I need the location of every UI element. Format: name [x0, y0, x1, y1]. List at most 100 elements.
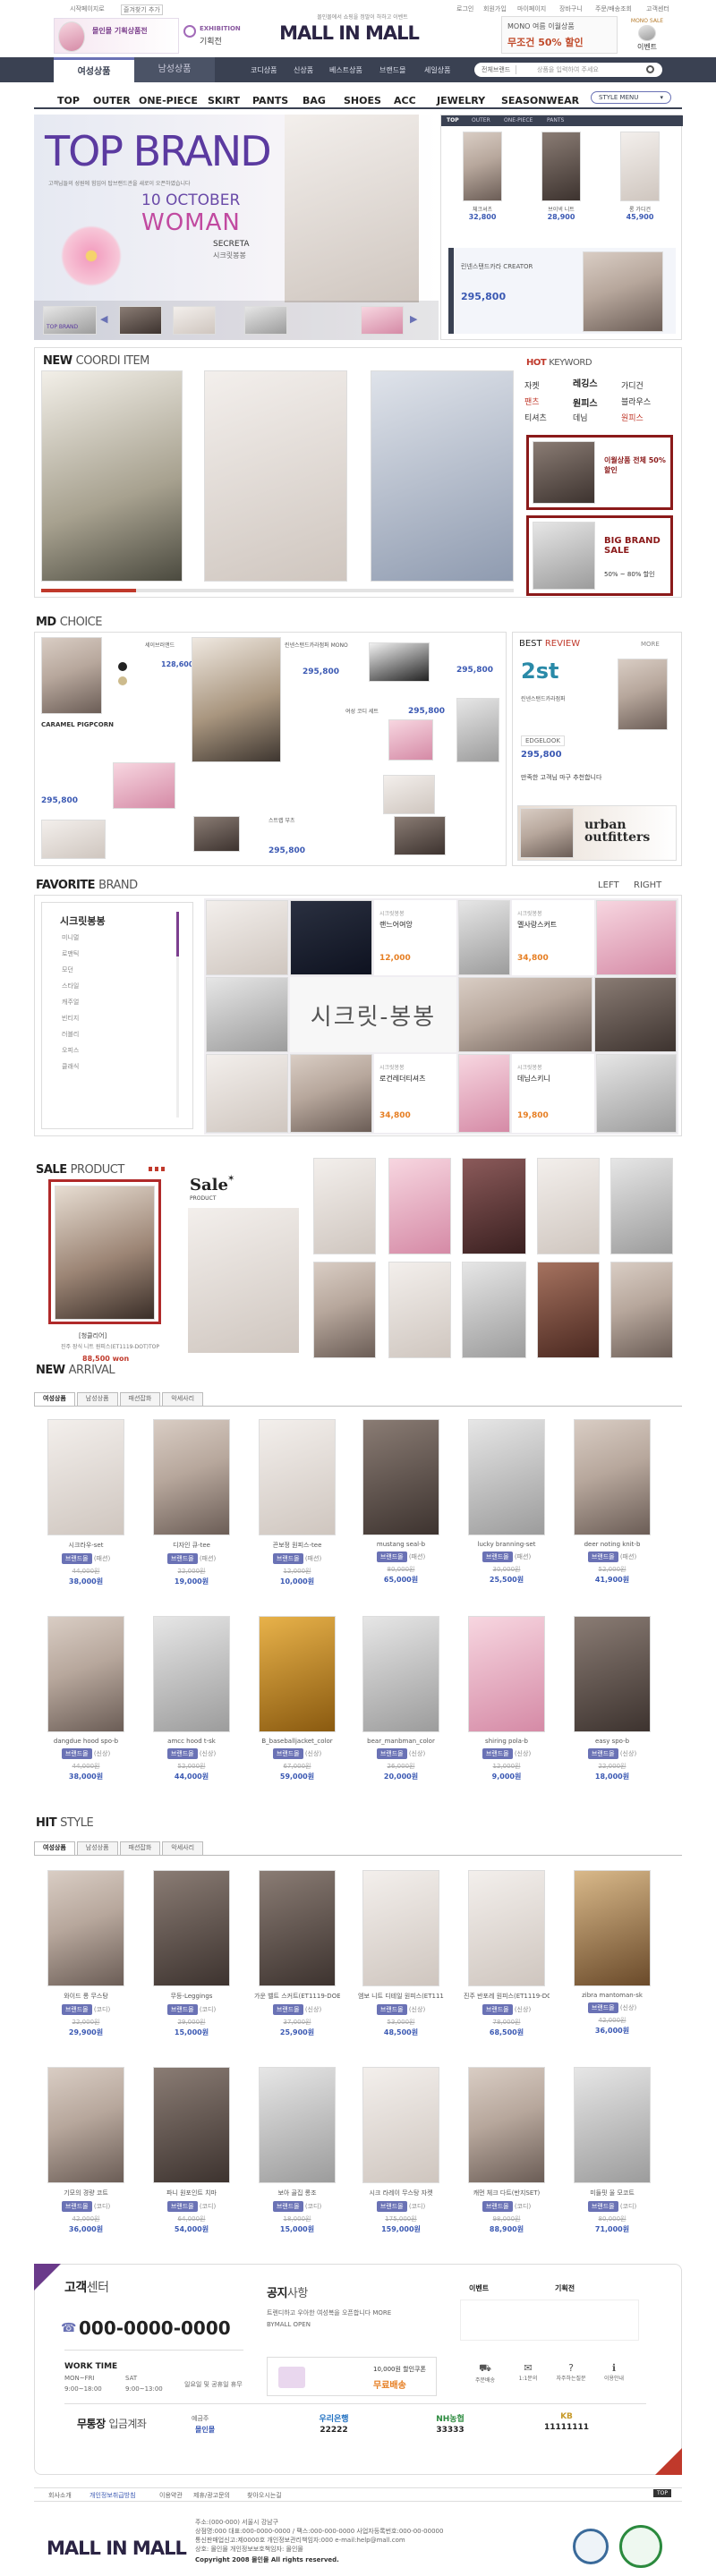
footer-link[interactable]: 찾아오시는길	[247, 2491, 282, 2500]
brand-tile[interactable]	[290, 900, 372, 975]
event-tab[interactable]: 이벤트	[469, 2283, 489, 2293]
order-link[interactable]: 주문/배송조회	[595, 4, 632, 13]
brand-tile[interactable]	[458, 900, 510, 975]
cs-link[interactable]: 고객센터	[646, 4, 669, 13]
search-select[interactable]: 전체브랜드	[482, 65, 517, 74]
product-card[interactable]: 시크라우-set 브랜드몰 (패션) 44,000원 38,000원	[43, 1419, 129, 1586]
product-card[interactable]: amcc hood t-sk 브랜드몰 (신상) 52,000원 44,000원	[149, 1616, 234, 1781]
coordi-image-1[interactable]	[41, 370, 183, 582]
sale-thumb[interactable]	[610, 1158, 673, 1254]
product-card[interactable]: deer noting knit-b 브랜드몰 (패션) 52,000원 41,900…	[569, 1419, 655, 1585]
sale-thumb[interactable]	[313, 1262, 376, 1358]
side-feature[interactable]: 린넨스탠드카라 CREATOR 295,800	[448, 248, 676, 334]
coordi-ad-2[interactable]: BIG BRAND SALE 50% ~ 80% 할인	[526, 515, 673, 596]
cat-shoes[interactable]: SHOES	[344, 95, 381, 106]
gnb-link-new[interactable]: 신상품	[294, 65, 313, 75]
brand-tile[interactable]	[206, 1054, 288, 1133]
arrival-tab[interactable]: 남성상품	[76, 1392, 118, 1406]
brand-tile[interactable]	[596, 1054, 677, 1133]
footer-link[interactable]: 개인정보취급방침	[90, 2491, 136, 2500]
arrival-tab[interactable]: 악세사리	[162, 1392, 204, 1406]
hero-thumb[interactable]	[244, 306, 287, 335]
keyword-item[interactable]: 원피스	[621, 412, 644, 423]
md-item-image[interactable]	[41, 820, 106, 859]
cat-outer[interactable]: OUTER	[93, 95, 131, 106]
event-badge[interactable]: MONO SALE 이벤트	[626, 18, 668, 52]
hero-banner[interactable]: TOP BRAND 고객님들의 성원에 힘입어 탑브랜드관을 새로이 오픈하였습…	[34, 115, 439, 340]
side-tab-top[interactable]: TOP	[447, 117, 459, 123]
hero-thumb[interactable]	[173, 306, 216, 335]
brand-item[interactable]: 모던	[62, 965, 73, 974]
md-item-image[interactable]	[192, 637, 281, 762]
brand-item[interactable]: 캐주얼	[62, 998, 79, 1007]
coordi-image-3[interactable]	[371, 370, 514, 582]
site-logo[interactable]: 몰인몰에서 쇼핑을 정말이 하하고 이벤트 MALL IN MALL	[273, 13, 425, 52]
cat-pants[interactable]: PANTS	[252, 95, 288, 106]
hit-tab[interactable]: 패션잡화	[119, 1841, 161, 1855]
cat-skirt[interactable]: SKIRT	[208, 95, 240, 106]
keyword-item[interactable]: 가디건	[621, 379, 644, 391]
side-tab-onepiece[interactable]: ONE-PIECE	[504, 117, 533, 123]
brand-card[interactable]: 시크릿봉봉 멜사랑스커트 34,800	[512, 900, 594, 975]
mono-banner[interactable]: MONO 여름 이월상품 무조건 50% 할인	[501, 16, 618, 54]
cat-onepiece[interactable]: ONE-PIECE	[139, 95, 198, 106]
product-card[interactable]: 무등-Leggings 브랜드몰 (코디) 29,000원 15,000원	[149, 1870, 234, 2037]
product-card[interactable]: lucky branning-set 브랜드몰 (패션) 30,000원 25,500…	[464, 1419, 550, 1585]
brand-card[interactable]: 시크릿봉봉 데님스키니 19,800	[512, 1054, 594, 1133]
scroll-thumb[interactable]	[176, 912, 179, 956]
brand-item[interactable]: 시크릿봉봉	[60, 914, 106, 928]
start-page-link[interactable]: 시작페이지로	[70, 4, 105, 13]
side-tab-outer[interactable]: OUTER	[472, 117, 490, 123]
brand-tile[interactable]	[594, 977, 677, 1052]
gnb-tab-women[interactable]: 여성상품	[54, 57, 134, 82]
footer-link[interactable]: 회사소개	[48, 2491, 72, 2500]
md-item-image[interactable]	[456, 698, 499, 762]
keyword-item[interactable]: 블라우스	[621, 395, 651, 407]
fav-left-button[interactable]: LEFT	[598, 880, 619, 890]
sale-thumb[interactable]	[313, 1158, 376, 1254]
search-input[interactable]: 상품을 입력하여 주세요	[537, 65, 599, 74]
sale-thumb[interactable]	[388, 1262, 451, 1358]
product-card[interactable]: zibra mantoman-sk 브랜드몰 (신상) 42,000원 36,000원	[569, 1870, 655, 2036]
product-card[interactable]: 시크 라레이 무스탕 자켓 브랜드몰 (코디) 175,000원 159,000원	[358, 2067, 444, 2234]
brand-tile[interactable]	[206, 900, 288, 975]
plan-tab[interactable]: 기획전	[555, 2283, 575, 2293]
product-card[interactable]: 와이드 롱 무스탕 브랜드몰 (코디) 22,000원 29,900원	[43, 1870, 129, 2037]
keyword-item[interactable]: 데님	[573, 412, 588, 423]
cat-bag[interactable]: BAG	[303, 95, 326, 106]
brand-tile[interactable]	[458, 1054, 510, 1133]
brand-tile[interactable]	[596, 900, 677, 975]
side-item[interactable]: 체크셔츠 32,800	[448, 132, 516, 221]
md-item-image[interactable]	[41, 637, 102, 714]
product-card[interactable]: 가운 벨트 스커트(ET1119-DOE)PT 브랜드몰 (신상) 37,000원 2…	[254, 1870, 340, 2037]
hit-tab[interactable]: 여성상품	[34, 1841, 75, 1855]
product-card[interactable]: dangdue hood spo-b 브랜드몰 (신상) 44,000원 38,000…	[43, 1616, 129, 1781]
sale-thumb[interactable]	[610, 1262, 673, 1358]
notice-item[interactable]: BYMALL OPEN	[267, 2321, 311, 2328]
arrival-tab[interactable]: 패션잡화	[119, 1392, 161, 1406]
cat-seasonwear[interactable]: SEASONWEAR	[501, 95, 579, 106]
keyword-item[interactable]: 티셔츠	[524, 412, 547, 423]
footer-link[interactable]: 이용약관	[159, 2491, 183, 2500]
keyword-item[interactable]: 자켓	[524, 379, 540, 391]
mypage-link[interactable]: 마이페이지	[517, 4, 546, 13]
review-image[interactable]	[618, 659, 668, 730]
gnb-link-brand[interactable]: 브랜드몰	[379, 65, 405, 75]
chevron-left-icon[interactable]: ◀	[100, 313, 107, 325]
md-item-image[interactable]	[383, 775, 435, 814]
md-item-image[interactable]	[113, 762, 175, 809]
product-card[interactable]: 엠보 니트 디테일 원피스(ET1119-CP619) 브랜드몰 (신상) 53,0…	[358, 1870, 444, 2037]
brand-card[interactable]: 시크릿봉봉 랜느어여앙 12,000	[374, 900, 456, 975]
hero-thumb[interactable]	[119, 306, 162, 335]
quick-item[interactable]: ? 자주하는질문	[551, 2362, 591, 2382]
keyword-item[interactable]: 팬츠	[524, 395, 540, 407]
md-item-image[interactable]	[394, 816, 446, 855]
quick-item[interactable]: ⛟ 주문배송	[465, 2362, 505, 2384]
join-link[interactable]: 회원가입	[483, 4, 507, 13]
sale-thumb[interactable]	[388, 1158, 451, 1254]
brand-big-tile[interactable]: 시크릿-봉봉	[290, 977, 456, 1052]
cat-jewelry[interactable]: JEWELRY	[437, 95, 485, 106]
gnb-tab-men[interactable]: 남성상품	[134, 57, 215, 82]
md-item-image[interactable]	[193, 816, 240, 852]
cat-acc[interactable]: ACC	[394, 95, 416, 106]
